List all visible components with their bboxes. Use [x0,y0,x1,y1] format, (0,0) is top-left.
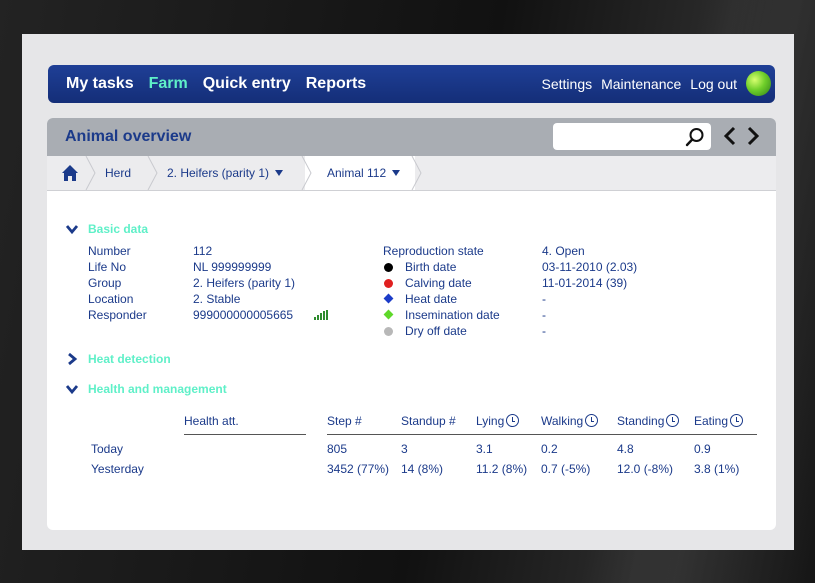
section-basic-data[interactable]: Basic data [88,222,148,236]
column-header-standing-label: Standing [617,414,665,428]
number-label: Number [88,244,131,258]
dry-off-date-label: Dry off date [405,324,467,338]
cell-lying: 11.2 (8%) [476,462,528,476]
column-header-lying: Lying [476,414,520,428]
calving-date-label: Calving date [405,276,472,290]
cell-standing: 12.0 (-8%) [617,462,674,476]
cell-walking: 0.2 [541,442,558,456]
calving-date-dot-icon [384,279,393,288]
cell-eating: 3.8 (1%) [694,462,740,476]
heat-date-label: Heat date [405,292,458,306]
next-arrow-icon[interactable] [745,125,761,147]
utility-menu: Settings Maintenance Log out [533,76,737,92]
insemination-date-diamond-icon [383,309,394,320]
responder-value: 999000000005665 [193,308,294,322]
top-nav: My tasks Farm Quick entry Reports Settings M… [48,65,775,103]
lifeno-label: Life No [88,260,127,274]
globe-icon[interactable] [746,71,771,96]
breadcrumb-separator [147,156,158,190]
reproduction-state-label: Reproduction state [383,244,484,258]
number-value: 112 [193,244,213,258]
cell-step: 3452 (77%) [327,462,390,476]
breadcrumb-separator [301,156,312,190]
nav-settings[interactable]: Settings [542,76,593,92]
column-header-lying-label: Lying [476,414,505,428]
insemination-date-value: - [542,308,546,322]
header-divider [327,434,757,435]
search-icon[interactable] [685,127,705,147]
clock-icon [666,414,680,427]
nav-quick-entry[interactable]: Quick entry [203,75,291,92]
breadcrumb-separator [85,156,96,190]
chevron-down-icon[interactable] [65,222,79,236]
column-header-standup: Standup # [401,414,456,428]
insemination-date-label: Insemination date [405,308,500,322]
page-title: Animal overview [65,128,192,145]
breadcrumb-separator [411,156,422,190]
clock-icon [585,414,599,427]
group-value: 2. Heifers (parity 1) [193,276,296,290]
cell-standup: 14 (8%) [401,462,444,476]
nav-my-tasks[interactable]: My tasks [66,75,134,92]
cell-standup: 3 [401,442,408,456]
animal-overview-panel: Animal overview Herd 2. Heifers (parity … [47,118,776,530]
birth-date-value: 03-11-2010 (2.03) [542,260,638,274]
row-label: Today [91,442,124,456]
breadcrumb-animal-label: Animal 112 [327,166,387,180]
column-header-health: Health att. [184,414,239,428]
cell-eating: 0.9 [694,442,711,456]
column-header-step: Step # [327,414,362,428]
dry-off-date-dot-icon [384,327,393,336]
nav-farm[interactable]: Farm [149,75,188,92]
nav-log-out[interactable]: Log out [690,76,737,92]
breadcrumb-herd[interactable]: Herd [105,166,131,180]
chevron-right-icon[interactable] [65,352,79,366]
breadcrumb-group[interactable]: 2. Heifers (parity 1) [167,166,284,180]
section-heat-detection[interactable]: Heat detection [88,352,171,366]
section-health-management[interactable]: Health and management [88,382,227,396]
column-header-eating-label: Eating [694,414,729,428]
column-header-eating: Eating [694,414,744,428]
panel-header: Animal overview [47,118,776,156]
row-label: Yesterday [91,462,144,476]
clock-icon [730,414,744,427]
clock-icon [506,414,520,427]
heat-date-value: - [542,292,546,306]
column-header-walking: Walking [541,414,599,428]
chevron-down-icon [392,170,401,176]
main-menu: My tasks Farm Quick entry Reports [66,75,381,93]
nav-reports[interactable]: Reports [306,75,366,92]
home-icon[interactable] [61,164,79,182]
responder-label: Responder [88,308,147,322]
signal-strength-icon [314,310,328,320]
location-label: Location [88,292,134,306]
birth-date-dot-icon [384,263,393,272]
heat-date-diamond-icon [383,293,394,304]
search-input[interactable] [553,123,711,150]
column-header-standing: Standing [617,414,680,428]
chevron-down-icon[interactable] [65,382,79,396]
cell-standing: 4.8 [617,442,634,456]
cell-step: 805 [327,442,348,456]
breadcrumb: Herd 2. Heifers (parity 1) Animal 112 [47,156,776,191]
cell-walking: 0.7 (-5%) [541,462,591,476]
breadcrumb-group-label: 2. Heifers (parity 1) [167,166,270,180]
nav-maintenance[interactable]: Maintenance [601,76,681,92]
reproduction-state-value: 4. Open [542,244,585,258]
breadcrumb-animal[interactable]: Animal 112 [327,166,401,180]
birth-date-label: Birth date [405,260,457,274]
previous-arrow-icon[interactable] [722,125,738,147]
chevron-down-icon [275,170,284,176]
location-value: 2. Stable [193,292,241,306]
group-label: Group [88,276,122,290]
tablet-screen: My tasks Farm Quick entry Reports Settings M… [22,34,794,550]
column-header-walking-label: Walking [541,414,584,428]
calving-date-value: 11-01-2014 (39) [542,276,628,290]
dry-off-date-value: - [542,324,546,338]
header-divider [184,434,306,435]
lifeno-value: NL 999999999 [193,260,272,274]
cell-lying: 3.1 [476,442,493,456]
